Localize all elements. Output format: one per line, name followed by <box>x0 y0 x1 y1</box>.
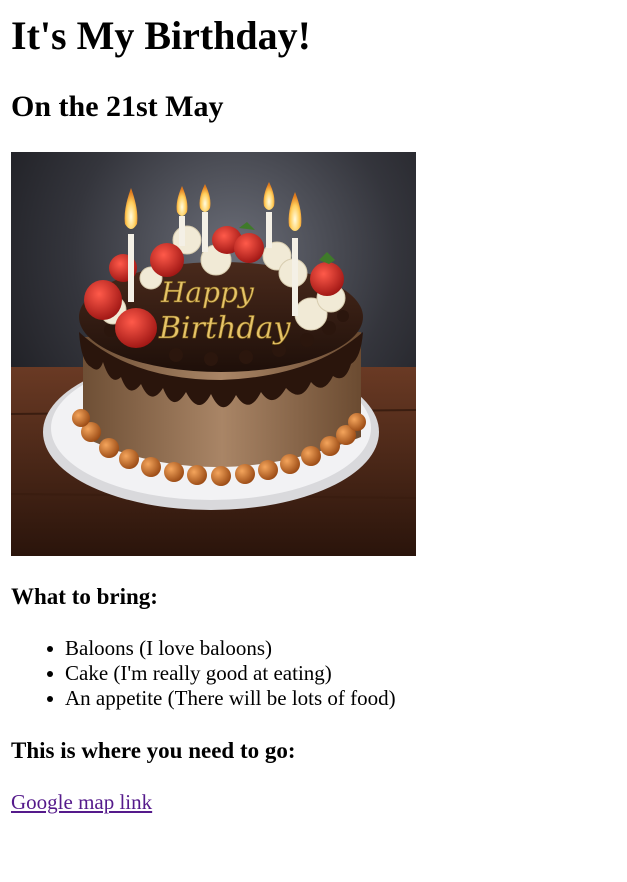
cake-text-birthday: Birthday <box>158 311 291 346</box>
directions-heading: This is where you need to go: <box>11 738 296 763</box>
page-subtitle: On the 21st May <box>11 90 224 123</box>
list-item: An appetite (There will be lots of food) <box>47 686 396 711</box>
bring-list: Baloons (I love baloons) Cake (I'm reall… <box>11 636 396 711</box>
cake-text-happy: Happy <box>160 276 255 309</box>
google-map-link[interactable]: Google map link <box>11 790 152 815</box>
list-item-label: Cake (I'm really good at eating) <box>65 661 332 685</box>
page-title: It's My Birthday! <box>11 13 311 58</box>
list-item: Baloons (I love baloons) <box>47 636 396 661</box>
list-item-label: Baloons (I love baloons) <box>65 636 273 660</box>
bullet-icon <box>47 696 53 702</box>
list-item-label: An appetite (There will be lots of food) <box>65 686 396 710</box>
bullet-icon <box>47 646 53 652</box>
birthday-cake-image: Happy Birthday <box>11 152 416 556</box>
bring-heading: What to bring: <box>11 584 158 609</box>
bullet-icon <box>47 671 53 677</box>
list-item: Cake (I'm really good at eating) <box>47 661 396 686</box>
